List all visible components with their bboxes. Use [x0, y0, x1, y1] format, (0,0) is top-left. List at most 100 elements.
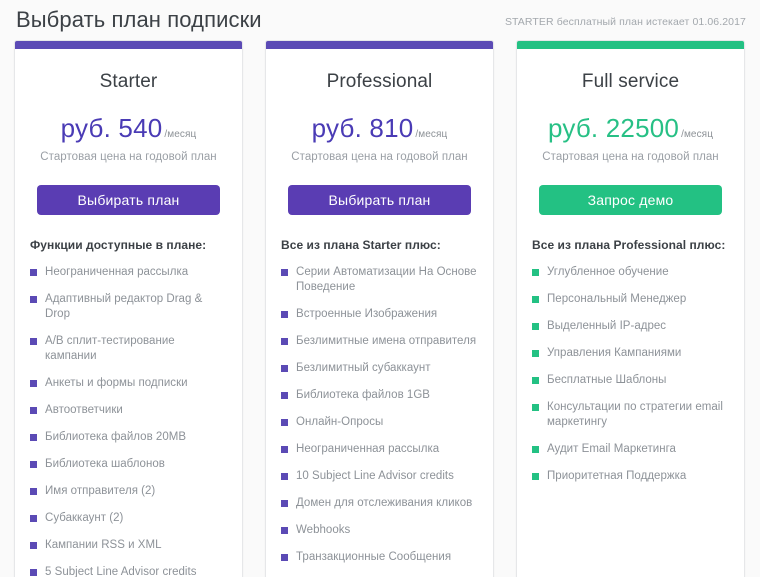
feature-item: Неограниченная рассылка: [30, 265, 227, 280]
square-bullet-icon: [281, 419, 288, 426]
page-title: Выбрать план подписки: [16, 7, 262, 32]
feature-label: Персональный Менеджер: [547, 293, 687, 305]
feature-item: Персональный Менеджер: [532, 292, 729, 307]
square-bullet-icon: [30, 434, 37, 441]
feature-item: Безлимитный субаккаунт: [281, 361, 478, 376]
square-bullet-icon: [532, 350, 539, 357]
feature-label: Домен для отслеживания кликов: [296, 497, 473, 509]
pricing-card-full-service: Full service руб. 22500/месяц Стартовая це…: [516, 40, 745, 577]
plan-name: Full service: [581, 71, 680, 92]
plan-price-note: Стартовая цена на годовой план: [542, 151, 719, 163]
feature-item: Углубленное обучение: [532, 265, 729, 280]
feature-item: 10 Subject Line Advisor credits: [281, 469, 478, 484]
feature-label: Анкеты и формы подписки: [45, 377, 188, 389]
square-bullet-icon: [30, 269, 37, 276]
square-bullet-icon: [281, 392, 288, 399]
square-bullet-icon: [281, 269, 288, 276]
square-bullet-icon: [281, 446, 288, 453]
feature-item: Библиотека файлов 20MB: [30, 430, 227, 445]
pricing-card-starter: Starter руб. 540/месяц Стартовая цена на г…: [14, 40, 243, 577]
feature-label: Неограниченная рассылка: [296, 443, 440, 455]
card-body: Starter руб. 540/месяц Стартовая цена на г…: [15, 71, 242, 577]
feature-label: Субаккаунт (2): [45, 512, 124, 524]
square-bullet-icon: [281, 500, 288, 507]
plan-price: руб. 540: [60, 113, 163, 143]
feature-item: Встроенные Изображения: [281, 307, 478, 322]
feature-item: Webhooks: [281, 523, 478, 538]
feature-label: Приоритетная Поддержка: [547, 470, 687, 482]
feature-item: Адаптивный редактор Drag & Drop: [30, 292, 227, 322]
square-bullet-icon: [281, 338, 288, 345]
plan-name: Starter: [99, 71, 158, 92]
feature-label: 10 Subject Line Advisor credits: [296, 470, 454, 482]
feature-label: Встроенные Изображения: [296, 308, 438, 320]
square-bullet-icon: [30, 407, 37, 414]
features-title: Все из плана Professional плюс:: [532, 238, 726, 252]
plan-price-row: руб. 540/месяц: [30, 113, 227, 144]
square-bullet-icon: [30, 569, 37, 576]
feature-item: Неограниченная рассылка: [281, 442, 478, 457]
feature-label: Имя отправителя (2): [45, 485, 156, 497]
features-title: Функции доступные в плане:: [30, 238, 207, 252]
feature-label: Webhooks: [296, 524, 351, 536]
square-bullet-icon: [30, 488, 37, 495]
feature-label: Библиотека файлов 1GB: [296, 389, 430, 401]
feature-item: Транзакционные Сообщения: [281, 550, 478, 565]
plan-price-note: Стартовая цена на годовой план: [291, 151, 468, 163]
feature-item: Субаккаунт (2): [30, 511, 227, 526]
feature-label: Адаптивный редактор Drag & Drop: [45, 293, 203, 320]
plan-price-period: /месяц: [164, 129, 197, 140]
square-bullet-icon: [30, 296, 37, 303]
feature-label: Выделенный IP-адрес: [547, 320, 667, 332]
plan-price-period: /месяц: [681, 129, 714, 140]
trial-expiry-note: STARTER бесплатный план истекает 01.06.2…: [504, 16, 746, 28]
square-bullet-icon: [532, 473, 539, 480]
plan-price: руб. 810: [311, 113, 414, 143]
feature-item: Кампании RSS и XML: [30, 538, 227, 553]
plan-cta-button-professional[interactable]: Выбирать план: [288, 185, 471, 215]
plan-cta-button-starter[interactable]: Выбирать план: [37, 185, 220, 215]
feature-item: Бесплатные Шаблоны: [532, 373, 729, 388]
feature-label: Неограниченная рассылка: [45, 266, 189, 278]
feature-label: 5 Subject Line Advisor credits: [45, 566, 197, 577]
feature-item: Имя отправителя (2): [30, 484, 227, 499]
square-bullet-icon: [281, 473, 288, 480]
square-bullet-icon: [281, 554, 288, 561]
features-list: Углубленное обучение Персональный Менедже…: [532, 265, 729, 484]
feature-label: Транзакционные Сообщения: [296, 551, 452, 563]
feature-item: Консультации по стратегии email маркетин…: [532, 400, 729, 430]
card-body: Full service руб. 22500/месяц Стартовая це…: [517, 71, 744, 484]
feature-item: 5 Subject Line Advisor credits: [30, 565, 227, 577]
square-bullet-icon: [532, 269, 539, 276]
feature-item: Домен для отслеживания кликов: [281, 496, 478, 511]
card-accent-bar: [15, 41, 242, 49]
feature-label: Кампании RSS и XML: [45, 539, 162, 551]
feature-label: Серии Автоматизации На Основе Поведение: [296, 266, 477, 293]
plan-price-row: руб. 22500/месяц: [532, 113, 729, 144]
pricing-page: Выбрать план подписки STARTER бесплатный…: [0, 0, 760, 577]
feature-label: Управления Кампаниями: [547, 347, 682, 359]
pricing-card-professional: Professional руб. 810/месяц Стартовая цена…: [265, 40, 494, 577]
plan-cta-button-full-service[interactable]: Запрос демо: [539, 185, 722, 215]
card-accent-bar: [266, 41, 493, 49]
plan-price-period: /месяц: [415, 129, 448, 140]
square-bullet-icon: [30, 542, 37, 549]
page-header: Выбрать план подписки STARTER бесплатный…: [0, 0, 760, 40]
plan-price-row: руб. 810/месяц: [281, 113, 478, 144]
feature-label: Аудит Email Маркетинга: [547, 443, 676, 455]
feature-item: Онлайн-Опросы: [281, 415, 478, 430]
plan-price-note: Стартовая цена на годовой план: [40, 151, 217, 163]
plan-name: Professional: [326, 71, 433, 92]
feature-item: Автоответчики: [30, 403, 227, 418]
feature-item: Управления Кампаниями: [532, 346, 729, 361]
feature-label: Библиотека файлов 20MB: [45, 431, 187, 443]
card-body: Professional руб. 810/месяц Стартовая цена…: [266, 71, 493, 565]
feature-item: Приоритетная Поддержка: [532, 469, 729, 484]
square-bullet-icon: [281, 365, 288, 372]
feature-item: Аудит Email Маркетинга: [532, 442, 729, 457]
feature-label: A/B сплит-тестирование кампании: [45, 335, 175, 362]
feature-label: Безлимитный субаккаунт: [296, 362, 431, 374]
square-bullet-icon: [30, 461, 37, 468]
features-list: Серии Автоматизации На Основе Поведение В…: [281, 265, 478, 565]
feature-label: Библиотека шаблонов: [45, 458, 165, 470]
